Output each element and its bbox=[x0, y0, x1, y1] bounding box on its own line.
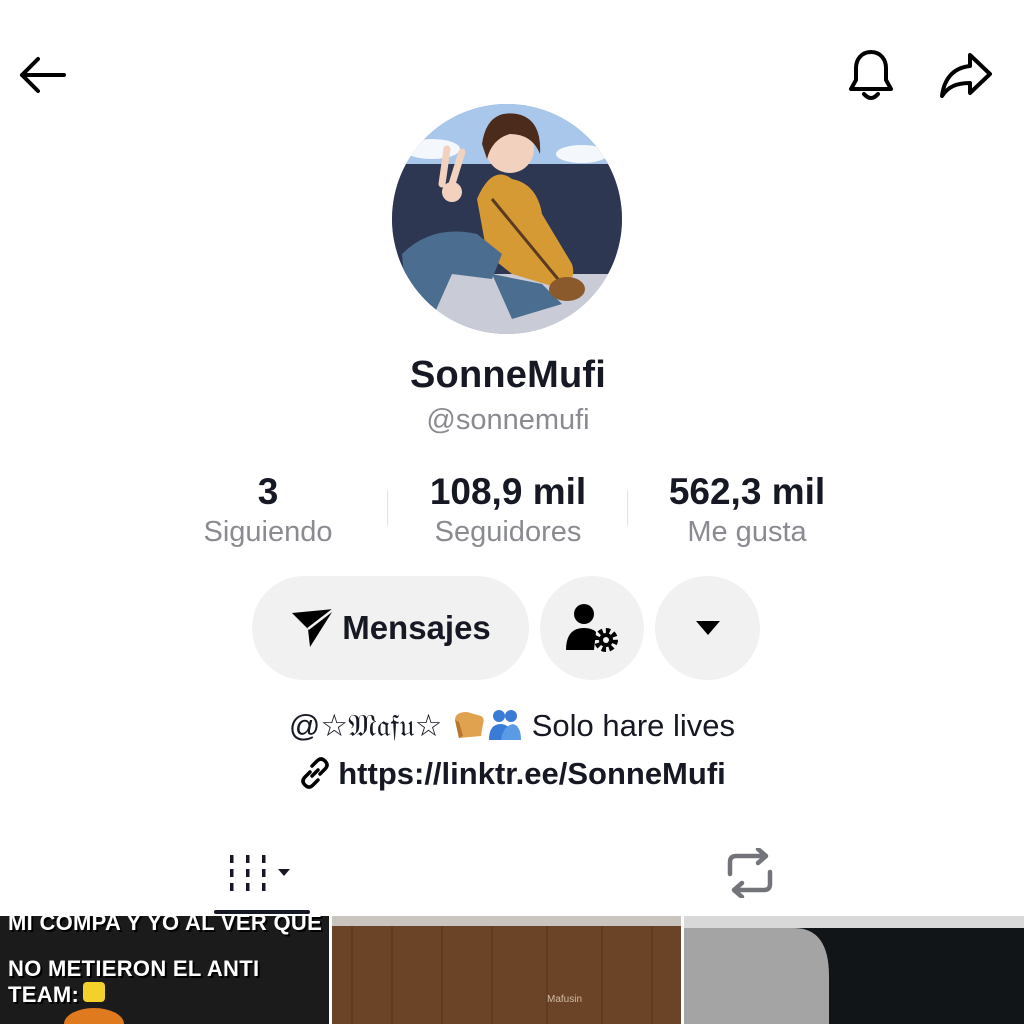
bio: @☆𝔐𝔞𝔣𝔲☆ Solo hare lives bbox=[0, 702, 1024, 750]
messages-button[interactable]: Mensajes bbox=[252, 576, 529, 680]
following-count: 3 bbox=[257, 471, 279, 512]
bread-emoji-icon bbox=[455, 712, 484, 738]
repost-icon bbox=[727, 848, 773, 898]
bio-link[interactable]: https://linktr.ee/SonneMufi bbox=[0, 750, 1024, 798]
bio-text: Solo hare lives bbox=[531, 708, 736, 743]
stat-divider bbox=[387, 490, 388, 526]
send-icon bbox=[292, 608, 335, 647]
share-button[interactable] bbox=[934, 45, 998, 105]
content-tabs bbox=[0, 830, 1024, 916]
video-grid: MI COMPA Y YO AL VER QUE NO METIERON EL … bbox=[0, 916, 1024, 1024]
bio-link-text: https://linktr.ee/SonneMufi bbox=[338, 756, 726, 791]
wood-texture bbox=[332, 916, 681, 1024]
more-options-button[interactable] bbox=[655, 576, 760, 680]
grid-columns-icon bbox=[230, 855, 290, 891]
thumbnail-shape bbox=[684, 916, 1024, 1024]
user-gear-icon bbox=[566, 604, 618, 652]
link-icon bbox=[301, 757, 329, 789]
user-settings-button[interactable] bbox=[540, 576, 644, 680]
display-name: SonneMufi bbox=[410, 354, 606, 396]
likes-count: 562,3 mil bbox=[668, 471, 826, 512]
followers-count: 108,9 mil bbox=[429, 471, 587, 512]
stat-followers[interactable]: 108,9 mil Seguidores bbox=[398, 468, 618, 552]
arrow-left-icon bbox=[20, 57, 66, 93]
back-button[interactable] bbox=[10, 45, 74, 105]
notifications-button[interactable] bbox=[840, 42, 902, 108]
stat-following[interactable]: 3 Siguiendo bbox=[168, 468, 368, 552]
bio-mention[interactable]: @☆𝔐𝔞𝔣𝔲☆ bbox=[289, 708, 443, 743]
thumbnail-caption-line: MI COMPA Y YO AL VER QUE bbox=[8, 916, 323, 935]
video-thumbnail[interactable]: MI COMPA Y YO AL VER QUE NO METIERON EL … bbox=[0, 916, 329, 1024]
username-handle: @sonnemufi bbox=[426, 404, 590, 436]
bell-icon bbox=[849, 50, 893, 100]
video-thumbnail[interactable] bbox=[684, 916, 1024, 1024]
active-tab-indicator bbox=[214, 910, 310, 914]
avatar-illustration bbox=[392, 104, 622, 334]
messages-label: Mensajes bbox=[342, 609, 491, 646]
stat-divider bbox=[627, 490, 628, 526]
tab-videos[interactable] bbox=[170, 830, 350, 916]
share-arrow-icon bbox=[940, 53, 992, 98]
tab-reposts[interactable] bbox=[660, 830, 840, 916]
avatar[interactable] bbox=[392, 104, 622, 334]
stat-likes: 562,3 mil Me gusta bbox=[636, 468, 858, 552]
video-thumbnail[interactable]: Mafusin bbox=[332, 916, 681, 1024]
following-label: Siguiendo bbox=[203, 516, 333, 548]
thumbnail-watermark: Mafusin bbox=[547, 994, 583, 1005]
likes-label: Me gusta bbox=[687, 516, 807, 548]
character-figure-icon bbox=[64, 982, 124, 1024]
people-hugging-emoji-icon bbox=[489, 710, 522, 740]
followers-label: Seguidores bbox=[434, 516, 582, 548]
triangle-down-icon bbox=[695, 621, 720, 635]
